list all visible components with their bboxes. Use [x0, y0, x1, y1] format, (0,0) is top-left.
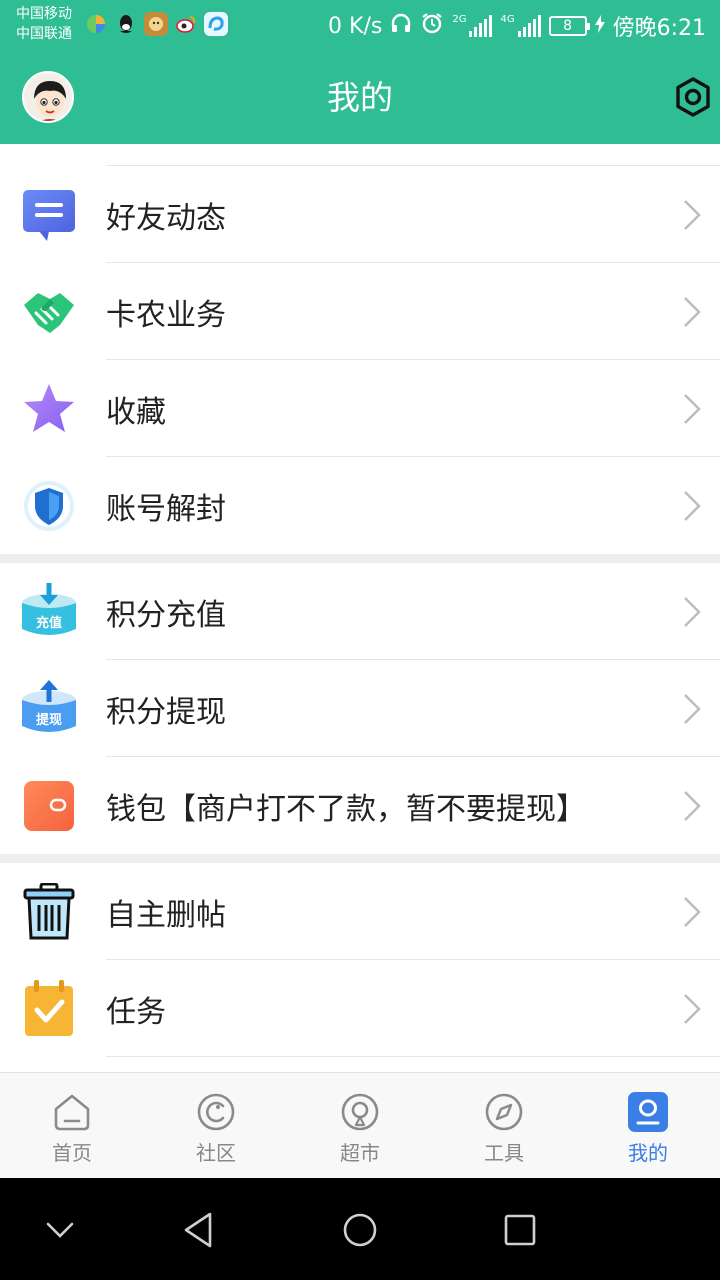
- recharge-badge-text: 充值: [36, 615, 62, 631]
- back-icon[interactable]: [178, 1208, 222, 1252]
- chevron-right-icon: [684, 896, 701, 927]
- gear-icon: [676, 77, 710, 117]
- menu-top-divider: [106, 144, 720, 166]
- withdraw-badge-text: 提现: [36, 712, 62, 728]
- tab-profile[interactable]: 我的: [576, 1073, 720, 1178]
- star-icon: [20, 380, 78, 438]
- menu-item-kanong-business[interactable]: 卡农业务: [0, 263, 720, 360]
- battery-icon: 8: [548, 16, 590, 36]
- signal-4g-icon: 4G: [500, 15, 541, 37]
- menu-label: 卡农业务: [106, 297, 226, 333]
- recents-icon[interactable]: [498, 1208, 542, 1252]
- tab-label: 我的: [628, 1141, 668, 1165]
- status-bar: 中国移动 中国联通 0 K/s 2G 4G 8 傍晚6:21: [0, 0, 720, 50]
- chat-bubble-icon: [20, 186, 78, 244]
- alarm-icon: [420, 11, 444, 41]
- battery-level: 8: [563, 18, 573, 34]
- recharge-icon: 充值: [20, 582, 78, 641]
- settings-button[interactable]: [670, 74, 716, 120]
- home-icon: [54, 1094, 90, 1131]
- notification-icons: [84, 12, 228, 36]
- menu-item-friend-feed[interactable]: 好友动态: [0, 166, 720, 263]
- menu-label: 任务: [106, 994, 166, 1030]
- menu-label: 积分充值: [106, 597, 226, 633]
- handshake-icon: [20, 283, 78, 341]
- tab-label: 超市: [340, 1141, 380, 1165]
- net-speed: 0 K/s: [328, 13, 383, 39]
- menu-label: 好友动态: [106, 200, 226, 236]
- profile-icon: [628, 1092, 668, 1132]
- menu-label: 收藏: [106, 394, 166, 430]
- signal-2g-icon: 2G: [452, 15, 493, 37]
- weibo-icon: [174, 12, 198, 36]
- group-separator: [0, 854, 720, 863]
- tab-label: 工具: [484, 1141, 524, 1165]
- home-nav-icon[interactable]: [338, 1208, 382, 1252]
- app-notification-icon: [84, 12, 108, 36]
- shield-icon: [20, 477, 78, 535]
- status-right: 0 K/s 2G 4G 8 傍晚6:21: [328, 10, 706, 42]
- chevron-right-icon: [684, 693, 701, 724]
- carrier-info: 中国移动 中国联通: [16, 4, 72, 44]
- tab-label: 首页: [52, 1141, 92, 1165]
- qq-icon: [114, 12, 138, 36]
- menu-item-delete-posts[interactable]: 自主删帖: [0, 863, 720, 960]
- tab-label: 社区: [196, 1141, 236, 1165]
- chevron-down-icon[interactable]: [38, 1208, 82, 1252]
- tab-home[interactable]: 首页: [0, 1073, 144, 1178]
- task-calendar-icon: [20, 979, 78, 1038]
- chevron-right-icon: [684, 790, 701, 821]
- menu-item-favorites[interactable]: 收藏: [0, 360, 720, 457]
- tab-tools[interactable]: 工具: [432, 1073, 576, 1178]
- menu-item-account-unban[interactable]: 账号解封: [0, 457, 720, 554]
- menu-label: 积分提现: [106, 694, 226, 730]
- chevron-right-icon: [684, 296, 701, 327]
- menu-label: 自主删帖: [106, 897, 226, 933]
- trash-icon: [20, 882, 78, 941]
- headset-icon: [390, 12, 412, 40]
- app-header: 我的: [0, 50, 720, 144]
- community-icon: [197, 1093, 235, 1131]
- system-nav-bar: [0, 1178, 720, 1280]
- app-game-icon: [144, 12, 168, 36]
- tab-community[interactable]: 社区: [144, 1073, 288, 1178]
- withdraw-icon: 提现: [20, 679, 78, 738]
- menu-label: 钱包【商户打不了款，暂不要提现】: [106, 791, 586, 827]
- clock: 傍晚6:21: [612, 16, 706, 41]
- chevron-right-icon: [684, 596, 701, 627]
- screen: 中国移动 中国联通 0 K/s 2G 4G 8 傍晚6:21 我的 好友动态 卡…: [0, 0, 720, 1280]
- menu-label: 账号解封: [106, 491, 226, 527]
- carrier-2: 中国联通: [16, 26, 72, 42]
- menu-item-wallet[interactable]: 钱包【商户打不了款，暂不要提现】: [0, 757, 720, 854]
- page-title: 我的: [327, 78, 393, 117]
- tab-market[interactable]: 超市: [288, 1073, 432, 1178]
- compass-icon: [485, 1093, 523, 1131]
- chevron-right-icon: [684, 490, 701, 521]
- carrier-1: 中国移动: [16, 6, 72, 22]
- menu-item-points-recharge[interactable]: 充值 积分充值: [0, 563, 720, 660]
- bottom-tab-bar: 首页 社区 超市 工具 我的: [0, 1072, 720, 1178]
- market-icon: [341, 1093, 379, 1131]
- charging-icon: [594, 14, 605, 39]
- group-separator: [0, 554, 720, 563]
- chevron-right-icon: [684, 393, 701, 424]
- menu-item-tasks[interactable]: 任务: [0, 960, 720, 1057]
- menu-list: 好友动态 卡农业务 收藏 账号解封 充值 积分充值 提现 积分提现 钱包【商户打…: [0, 144, 720, 1057]
- wallet-icon: [20, 777, 78, 835]
- divider: [106, 1056, 720, 1057]
- app-blue-icon: [204, 12, 228, 36]
- chevron-right-icon: [684, 993, 701, 1024]
- chevron-right-icon: [684, 199, 701, 230]
- menu-item-points-withdraw[interactable]: 提现 积分提现: [0, 660, 720, 757]
